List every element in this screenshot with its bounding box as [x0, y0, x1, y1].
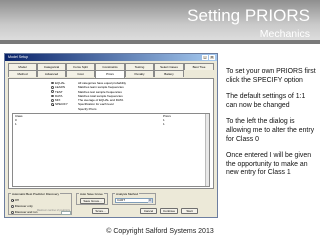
- note-paragraph: To the left the dialog is allowing me to…: [226, 118, 315, 143]
- discovery-group-title: Automatic Best Predictor Discovery: [11, 192, 61, 196]
- model-setup-dialog: Model Setup _ x Model Categorical Force …: [4, 53, 218, 218]
- analysis-method-value: CART: [117, 198, 126, 202]
- autosave-group: Auto Save Grove Save Grove...: [76, 192, 108, 205]
- tab-strip: Model Categorical Force Split Constraint…: [8, 63, 214, 78]
- grid-cell-prior[interactable]: 1: [163, 122, 165, 126]
- tab-testing[interactable]: Testing: [125, 63, 154, 70]
- tab-priors[interactable]: Priors: [95, 70, 125, 78]
- note-paragraph: The default settings of 1:1 can now be c…: [226, 93, 306, 109]
- slide-header: Setting PRIORS Mechanics: [0, 0, 320, 44]
- grid-cell-class: 1: [15, 122, 17, 126]
- minimize-icon[interactable]: _: [202, 55, 208, 60]
- tab-penalty[interactable]: Penalty: [125, 70, 154, 77]
- slide-footer: © Copyright Salford Systems 2013: [106, 228, 214, 235]
- note-paragraph: Once entered I will be given the opportu…: [226, 152, 312, 177]
- discovery-off-label: Off: [14, 198, 19, 202]
- radio-learn[interactable]: [51, 85, 54, 89]
- discovery-group: Automatic Best Predictor Discovery Off D…: [8, 192, 72, 215]
- tab-method[interactable]: Method: [8, 70, 37, 77]
- dialog-bottom: Automatic Best Predictor Discovery Off D…: [8, 191, 214, 216]
- radio-specify[interactable]: [51, 103, 54, 106]
- radio-equal[interactable]: [51, 81, 54, 85]
- slide-subtitle: Mechanics: [259, 28, 310, 40]
- specify-priors-link[interactable]: Specify Priors: [51, 107, 165, 111]
- score-button[interactable]: Score...: [92, 208, 109, 214]
- radio-off[interactable]: [11, 198, 14, 202]
- radio-test[interactable]: [51, 90, 54, 94]
- analysis-group-title: Analysis Method: [115, 192, 140, 196]
- save-grove-button[interactable]: Save Grove...: [80, 198, 105, 204]
- autosave-group-title: Auto Save Grove: [79, 192, 104, 196]
- close-icon[interactable]: x: [209, 55, 215, 60]
- discovery-only[interactable]: Discover only: [11, 204, 33, 208]
- slide-title: Setting PRIORS: [187, 6, 310, 25]
- discovery-and-run[interactable]: Discover and run: [11, 210, 37, 214]
- start-button[interactable]: Start: [181, 208, 198, 214]
- tab-select-cases[interactable]: Select Cases: [154, 63, 184, 70]
- chevron-down-icon[interactable]: ▼: [148, 199, 152, 203]
- tab-best-tree[interactable]: Best Tree: [184, 63, 214, 70]
- analysis-method-select[interactable]: CART ▼: [115, 198, 153, 203]
- discovery-only-label: Discover only: [14, 204, 33, 208]
- header-divider: [0, 40, 320, 44]
- dialog-title: Model Setup: [8, 55, 29, 59]
- tab-advanced[interactable]: Advanced: [37, 70, 66, 77]
- radio-discover-only[interactable]: [11, 204, 14, 208]
- cancel-button[interactable]: Cancel: [140, 208, 157, 214]
- continue-button[interactable]: Continue: [160, 208, 178, 214]
- analysis-group: Analysis Method CART ▼: [112, 192, 156, 205]
- grid-scrollbar[interactable]: [205, 114, 209, 186]
- note-paragraph: To set your own PRIORS first click the S…: [226, 68, 316, 84]
- priors-panel: EQUAL All categories have equal probabil…: [8, 78, 214, 189]
- tab-battery[interactable]: Battery: [154, 70, 184, 77]
- prior-options: EQUAL All categories have equal probabil…: [51, 81, 165, 111]
- tab-model[interactable]: Model: [8, 63, 37, 70]
- tab-categorical[interactable]: Categorical: [37, 63, 66, 70]
- dialog-titlebar: Model Setup _ x: [5, 54, 217, 61]
- tab-constraints[interactable]: Constraints: [95, 63, 125, 70]
- slide-notes: To set your own PRIORS first click the S…: [226, 68, 316, 186]
- radio-discover-run[interactable]: [11, 210, 14, 214]
- radio-mix[interactable]: [51, 98, 54, 102]
- radio-data[interactable]: [51, 94, 54, 98]
- discovery-run-label: Discover and run: [14, 210, 38, 214]
- priors-grid: Class Priors 0 1 1 1: [12, 113, 210, 187]
- tab-force-split[interactable]: Force Split: [66, 63, 95, 70]
- max-predictors-input[interactable]: [61, 211, 71, 215]
- discovery-off[interactable]: Off: [11, 198, 19, 202]
- tab-cost[interactable]: Cost: [66, 70, 95, 77]
